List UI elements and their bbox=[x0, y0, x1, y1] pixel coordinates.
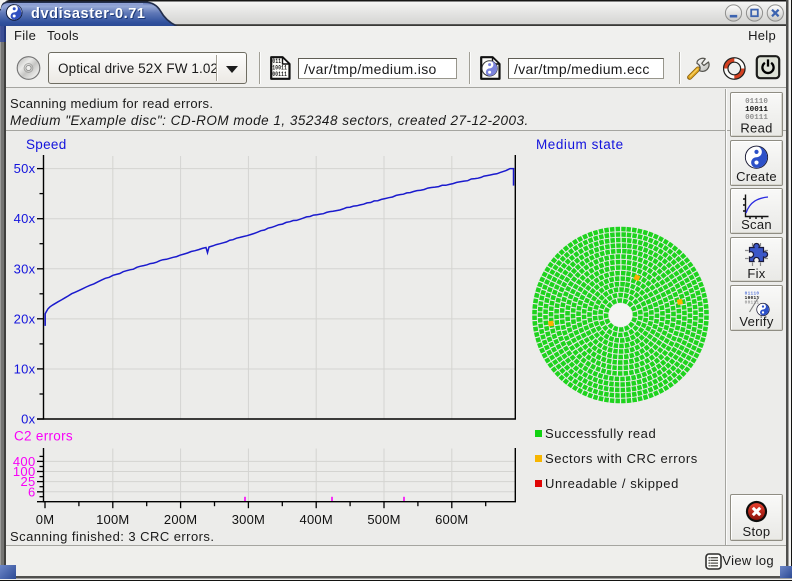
svg-text:Unreadable / skipped: Unreadable / skipped bbox=[545, 476, 679, 491]
svg-text:0M: 0M bbox=[36, 512, 54, 527]
svg-text:25: 25 bbox=[20, 474, 35, 489]
svg-text:Medium state: Medium state bbox=[536, 137, 624, 152]
svg-text:dvdisaster-0.71: dvdisaster-0.71 bbox=[31, 6, 146, 22]
svg-text:200M: 200M bbox=[164, 512, 197, 527]
svg-text:00111: 00111 bbox=[272, 71, 287, 78]
svg-text:30x: 30x bbox=[14, 261, 36, 276]
svg-text:Scan: Scan bbox=[741, 217, 772, 232]
svg-text:500M: 500M bbox=[367, 512, 400, 527]
svg-text:20x: 20x bbox=[14, 311, 36, 326]
svg-text:00111: 00111 bbox=[745, 300, 760, 305]
svg-text:Verify: Verify bbox=[739, 314, 774, 329]
svg-text:0x: 0x bbox=[21, 412, 36, 427]
svg-text:10x: 10x bbox=[14, 361, 36, 376]
svg-text:100M: 100M bbox=[96, 512, 129, 527]
svg-text:Successfully read: Successfully read bbox=[545, 426, 656, 441]
svg-text:Create: Create bbox=[736, 169, 777, 184]
svg-text:Stop: Stop bbox=[743, 523, 771, 538]
svg-text:50x: 50x bbox=[14, 161, 36, 176]
svg-text:100: 100 bbox=[13, 464, 36, 479]
svg-text:Read: Read bbox=[740, 121, 772, 136]
svg-text:Fix: Fix bbox=[747, 265, 765, 280]
svg-text:01110: 01110 bbox=[745, 98, 768, 106]
svg-text:Sectors with CRC errors: Sectors with CRC errors bbox=[545, 451, 698, 466]
svg-text:40x: 40x bbox=[14, 211, 36, 226]
svg-text:300M: 300M bbox=[232, 512, 265, 527]
svg-text:Speed: Speed bbox=[26, 137, 67, 152]
svg-text:C2 errors: C2 errors bbox=[14, 429, 73, 444]
svg-text:6: 6 bbox=[28, 484, 36, 499]
svg-text:400M: 400M bbox=[300, 512, 333, 527]
svg-text:10011: 10011 bbox=[745, 106, 768, 114]
svg-text:400: 400 bbox=[13, 454, 36, 469]
svg-text:600M: 600M bbox=[435, 512, 468, 527]
